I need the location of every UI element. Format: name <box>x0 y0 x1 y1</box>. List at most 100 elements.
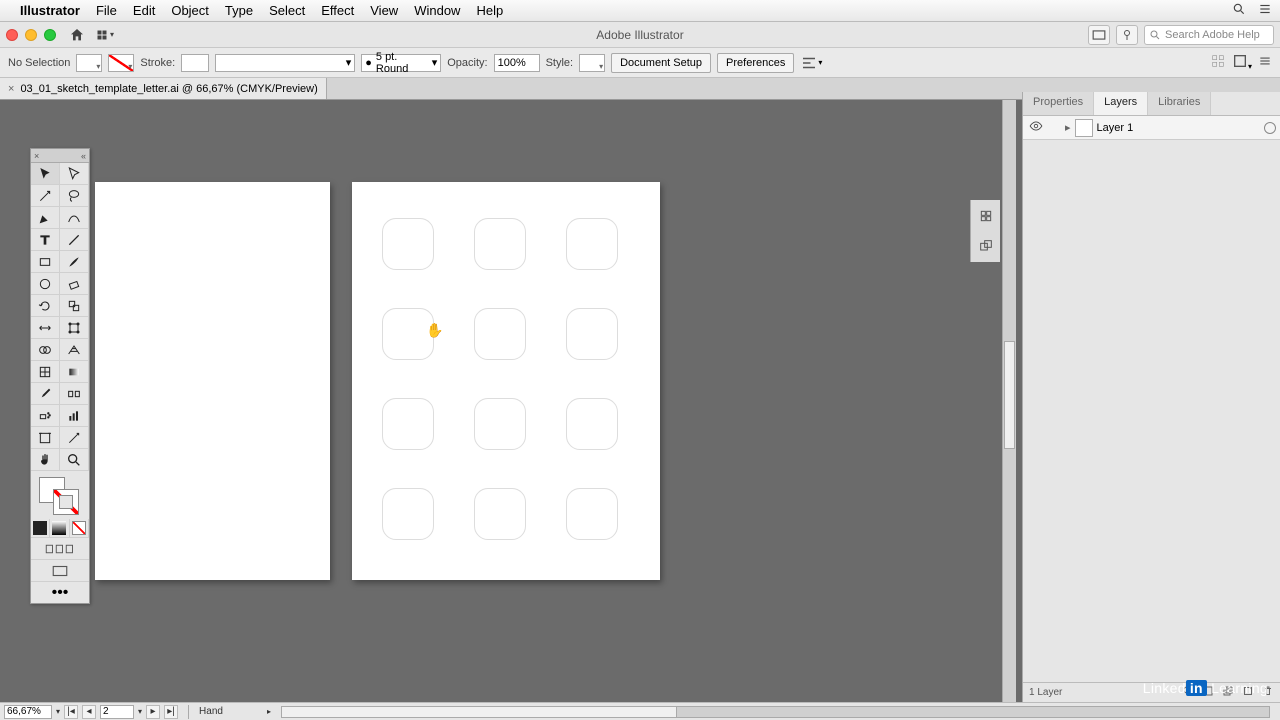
hand-tool-icon[interactable] <box>31 449 60 471</box>
sketch-cell[interactable] <box>566 398 618 450</box>
shape-builder-tool-icon[interactable] <box>31 339 60 361</box>
zoom-level-input[interactable] <box>4 705 52 719</box>
rotate-tool-icon[interactable] <box>31 295 60 317</box>
search-adobe-icon[interactable] <box>1116 25 1138 45</box>
disclosure-icon[interactable]: ▸ <box>1065 121 1071 134</box>
slice-tool-icon[interactable] <box>60 427 89 449</box>
sketch-cell[interactable] <box>382 488 434 540</box>
graphic-style-swatch[interactable]: ▾ <box>579 54 605 72</box>
tab-properties[interactable]: Properties <box>1023 92 1094 115</box>
artboard-2[interactable] <box>352 182 660 580</box>
preferences-button[interactable]: Preferences <box>717 53 794 73</box>
tab-libraries[interactable]: Libraries <box>1148 92 1211 115</box>
panel-menu-icon[interactable] <box>1258 54 1272 71</box>
width-tool-icon[interactable] <box>31 317 60 339</box>
first-artboard-button[interactable]: |◂ <box>64 705 78 719</box>
menu-object[interactable]: Object <box>171 3 209 18</box>
gradient-tool-icon[interactable] <box>60 361 89 383</box>
spotlight-icon[interactable] <box>1232 2 1246 20</box>
eraser-tool-icon[interactable] <box>60 273 89 295</box>
document-setup-button[interactable]: Document Setup <box>611 53 711 73</box>
sketch-cell[interactable] <box>474 488 526 540</box>
eyedropper-tool-icon[interactable] <box>31 383 60 405</box>
maximize-window-button[interactable] <box>44 29 56 41</box>
line-segment-tool-icon[interactable] <box>60 229 89 251</box>
menu-help[interactable]: Help <box>476 3 503 18</box>
pen-tool-icon[interactable] <box>31 207 60 229</box>
scale-tool-icon[interactable] <box>60 295 89 317</box>
tab-layers[interactable]: Layers <box>1094 92 1148 115</box>
stroke-swatch[interactable]: ▾ <box>108 54 134 72</box>
next-artboard-button[interactable]: ▸ <box>146 705 160 719</box>
shaper-tool-icon[interactable] <box>31 273 60 295</box>
sketch-cell[interactable] <box>566 488 618 540</box>
vertical-scrollbar[interactable] <box>1002 100 1016 702</box>
vertical-scroll-thumb[interactable] <box>1004 341 1015 449</box>
menu-select[interactable]: Select <box>269 3 305 18</box>
stroke-color-icon[interactable] <box>53 489 79 515</box>
rectangle-tool-icon[interactable] <box>31 251 60 273</box>
fill-swatch[interactable]: ▾ <box>76 54 102 72</box>
edit-toolbar-icon[interactable]: ••• <box>31 581 89 603</box>
fill-stroke-control[interactable] <box>31 471 89 519</box>
menu-effect[interactable]: Effect <box>321 3 354 18</box>
snap-to-pixel-icon[interactable] <box>1210 53 1226 72</box>
transform-icon[interactable]: ▾ <box>1232 53 1252 72</box>
sketch-cell[interactable] <box>474 308 526 360</box>
home-icon[interactable] <box>68 26 86 44</box>
magic-wand-tool-icon[interactable] <box>31 185 60 207</box>
sketch-cell[interactable] <box>566 218 618 270</box>
perspective-grid-tool-icon[interactable] <box>60 339 89 361</box>
color-mode-solid-icon[interactable] <box>31 519 50 537</box>
align-icon[interactable]: ▾ <box>800 55 822 71</box>
variable-width-profile-select[interactable]: ● 5 pt. Round ▾ <box>361 54 441 72</box>
menu-type[interactable]: Type <box>225 3 253 18</box>
last-artboard-button[interactable]: ▸| <box>164 705 178 719</box>
app-name[interactable]: Illustrator <box>20 3 80 18</box>
align-panel-icon[interactable] <box>976 206 996 226</box>
mesh-tool-icon[interactable] <box>31 361 60 383</box>
visibility-toggle-icon[interactable] <box>1027 119 1045 136</box>
layer-row[interactable]: ▸ Layer 1 <box>1023 116 1280 140</box>
menu-extras-icon[interactable] <box>1258 2 1272 19</box>
opacity-input[interactable] <box>494 54 540 72</box>
lasso-tool-icon[interactable] <box>60 185 89 207</box>
gpu-preview-icon[interactable] <box>1088 25 1110 45</box>
prev-artboard-button[interactable]: ◂ <box>82 705 96 719</box>
color-mode-none-icon[interactable] <box>70 519 89 537</box>
selection-tool-icon[interactable] <box>31 163 60 185</box>
brush-definition-select[interactable]: ▾ <box>215 54 355 72</box>
type-tool-icon[interactable] <box>31 229 60 251</box>
minimize-window-button[interactable] <box>25 29 37 41</box>
stroke-weight-input[interactable] <box>181 54 209 72</box>
blend-tool-icon[interactable] <box>60 383 89 405</box>
free-transform-tool-icon[interactable] <box>60 317 89 339</box>
menu-view[interactable]: View <box>370 3 398 18</box>
tools-panel-header[interactable]: ×« <box>31 149 89 163</box>
paintbrush-tool-icon[interactable] <box>60 251 89 273</box>
horizontal-scrollbar[interactable] <box>281 706 1270 718</box>
layer-target-icon[interactable] <box>1264 122 1276 134</box>
color-mode-gradient-icon[interactable] <box>50 519 69 537</box>
search-help-field[interactable]: Search Adobe Help <box>1144 25 1274 45</box>
artboard-1[interactable] <box>95 182 330 580</box>
arrange-documents-icon[interactable]: ▾ <box>96 26 114 44</box>
sketch-cell[interactable] <box>382 308 434 360</box>
artboard-tool-icon[interactable] <box>31 427 60 449</box>
sketch-cell[interactable] <box>474 218 526 270</box>
layer-name[interactable]: Layer 1 <box>1097 122 1134 134</box>
sketch-cell[interactable] <box>382 398 434 450</box>
direct-selection-tool-icon[interactable] <box>60 163 89 185</box>
sketch-cell[interactable] <box>566 308 618 360</box>
horizontal-scroll-thumb[interactable] <box>282 707 677 717</box>
menu-edit[interactable]: Edit <box>133 3 155 18</box>
zoom-tool-icon[interactable] <box>60 449 89 471</box>
menu-file[interactable]: File <box>96 3 117 18</box>
close-tab-icon[interactable]: × <box>8 83 14 95</box>
sketch-cell[interactable] <box>474 398 526 450</box>
draw-mode-icon[interactable] <box>31 537 89 559</box>
pathfinder-panel-icon[interactable] <box>976 236 996 256</box>
curvature-tool-icon[interactable] <box>60 207 89 229</box>
sketch-cell[interactable] <box>382 218 434 270</box>
menu-window[interactable]: Window <box>414 3 460 18</box>
